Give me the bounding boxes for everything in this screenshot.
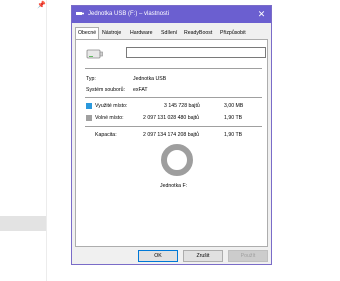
title-bar[interactable]: Jednotka USB (F:) – vlastnosti ✕ — [72, 6, 271, 23]
tab-hardware[interactable]: Hardware — [128, 28, 155, 38]
properties-dialog: Jednotka USB (F:) – vlastnosti ✕ Obecné … — [71, 5, 272, 265]
usb-drive-icon — [76, 12, 84, 15]
filesystem-label: Systém souborů: — [86, 87, 125, 93]
capacity-label: Kapacita: — [95, 132, 117, 138]
close-button[interactable]: ✕ — [255, 8, 268, 21]
separator — [85, 126, 262, 127]
free-space-swatch — [86, 115, 92, 121]
separator — [85, 68, 262, 69]
used-space-swatch — [86, 103, 92, 109]
usage-donut-chart — [161, 144, 193, 176]
tab-readyboost[interactable]: ReadyBoost — [182, 28, 214, 38]
pin-icon[interactable]: 📌 — [37, 1, 46, 9]
general-panel: Typ: Jednotka USB Systém souborů: exFAT … — [75, 39, 268, 247]
background-panel — [0, 0, 46, 281]
tab-nastroje[interactable]: Nástroje — [100, 28, 123, 38]
cancel-button[interactable]: Zrušit — [183, 250, 223, 262]
used-space-size: 3,00 MB — [224, 103, 244, 109]
apply-button[interactable]: Použít — [228, 250, 268, 262]
window-title: Jednotka USB (F:) – vlastnosti — [88, 11, 170, 17]
filesystem-value: exFAT — [133, 87, 148, 93]
free-space-label: Volné místo: — [95, 115, 124, 121]
used-space-label: Využité místo: — [95, 103, 128, 109]
ok-button[interactable]: OK — [138, 250, 178, 262]
capacity-size: 1,90 TB — [224, 132, 243, 138]
background-selected-row — [0, 216, 46, 231]
used-space-bytes: 3 145 728 bajtů — [164, 103, 200, 109]
type-value: Jednotka USB — [133, 76, 167, 82]
free-space-bytes: 2 097 131 028 480 bajtů — [143, 115, 199, 121]
capacity-bytes: 2 097 134 174 208 bajtů — [143, 132, 199, 138]
tab-prizpusobit[interactable]: Přizpůsobit — [218, 28, 248, 38]
type-label: Typ: — [86, 76, 96, 82]
separator — [85, 97, 262, 98]
drive-icon — [86, 49, 103, 59]
drive-name-input[interactable] — [126, 47, 266, 58]
tab-sdileni[interactable]: Sdílení — [159, 28, 179, 38]
background-divider — [46, 0, 47, 281]
drive-letter-label: Jednotka F: — [160, 183, 188, 189]
free-space-size: 1,90 TB — [224, 115, 243, 121]
